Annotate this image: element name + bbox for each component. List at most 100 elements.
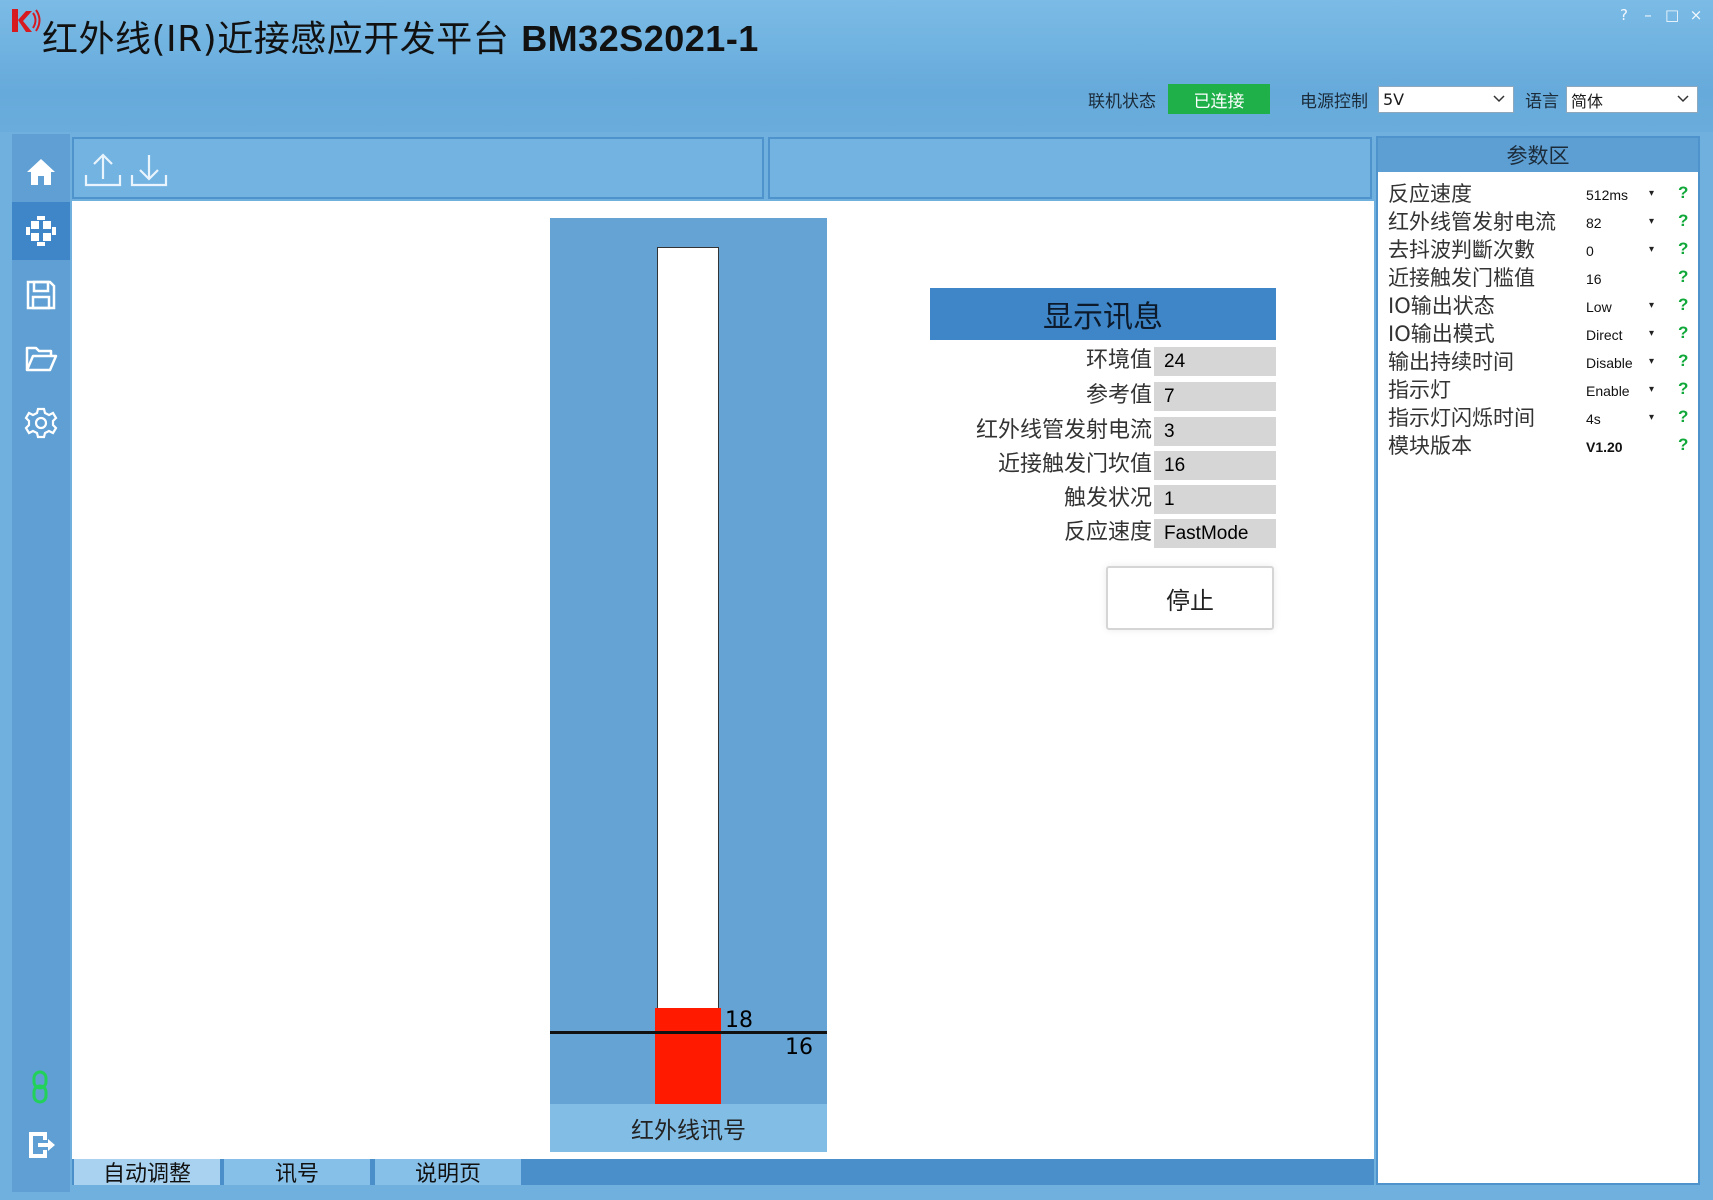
help-window-button[interactable]: ? — [1617, 6, 1631, 24]
info-row-trigger-status: 触发状况 1 — [930, 484, 1276, 514]
dropdown-arrow-icon[interactable]: ▾ — [1649, 406, 1654, 430]
dropdown-arrow-icon[interactable]: ▾ — [1649, 378, 1654, 402]
app-title-model: BM32S2021-1 — [521, 18, 759, 59]
help-icon[interactable]: ? — [1678, 292, 1688, 318]
param-value-readonly: V1.20 — [1586, 439, 1623, 455]
param-value-select[interactable]: Low — [1586, 295, 1612, 319]
nav-save-button[interactable] — [12, 266, 70, 324]
window-controls: ? – □ × — [1617, 6, 1703, 24]
param-label: 指示灯闪烁时间 — [1388, 406, 1535, 430]
info-row-value: 16 — [1154, 451, 1276, 480]
connection-link-indicator[interactable] — [12, 1058, 70, 1116]
dropdown-arrow-icon[interactable]: ▾ — [1649, 350, 1654, 374]
param-value-select[interactable]: 0 — [1586, 239, 1594, 263]
close-button[interactable]: × — [1689, 6, 1703, 24]
param-value-select[interactable]: Direct — [1586, 323, 1623, 347]
language-select[interactable]: 简体 — [1566, 86, 1698, 113]
param-value-select[interactable]: 512ms — [1586, 183, 1628, 207]
maximize-button[interactable]: □ — [1665, 6, 1679, 24]
help-icon[interactable]: ? — [1678, 348, 1688, 374]
help-icon[interactable]: ? — [1678, 180, 1688, 206]
help-icon[interactable]: ? — [1678, 208, 1688, 234]
tab-help-page[interactable]: 说明页 — [375, 1159, 521, 1187]
info-row-value: 1 — [1154, 485, 1276, 514]
param-value-select[interactable]: Enable — [1586, 379, 1630, 403]
app-title-cn: 红外线(IR)近接感应开发平台 — [42, 19, 510, 60]
dropdown-arrow-icon[interactable]: ▾ — [1649, 322, 1654, 346]
link-icon — [32, 1070, 48, 1104]
param-row-io-output-mode: IO输出模式 Direct ▾ ? — [1378, 320, 1698, 348]
dropdown-arrow-icon[interactable]: ▾ — [1649, 238, 1654, 262]
param-label: 近接触发门槛值 — [1388, 266, 1535, 290]
folder-open-icon — [25, 346, 58, 372]
info-row-label: 触发状况 — [1063, 486, 1152, 511]
minimize-button[interactable]: – — [1641, 6, 1655, 24]
help-icon[interactable]: ? — [1678, 376, 1688, 402]
param-label: 输出持续时间 — [1388, 350, 1514, 374]
toolbar-secondary — [768, 137, 1372, 199]
help-icon[interactable]: ? — [1678, 236, 1688, 262]
param-row-module-version: 模块版本 V1.20 ? — [1378, 432, 1698, 460]
stop-button[interactable]: 停止 — [1106, 566, 1274, 630]
modules-icon — [26, 216, 56, 246]
signal-value-label: 18 — [725, 1008, 753, 1033]
threshold-line — [550, 1031, 827, 1034]
nav-open-button[interactable] — [12, 330, 70, 388]
gauge-track — [657, 247, 719, 1107]
left-nav — [12, 134, 70, 1192]
info-row-trigger-threshold: 近接触发门坎值 16 — [930, 450, 1276, 480]
param-row-trigger-threshold: 近接触发门槛值 16 ? — [1378, 264, 1698, 292]
threshold-value-label: 16 — [785, 1035, 813, 1060]
params-panel-title: 参数区 — [1378, 138, 1698, 172]
tab-signal[interactable]: 讯号 — [224, 1159, 370, 1187]
info-row-value: 24 — [1154, 347, 1276, 376]
connection-status-button[interactable]: 已连接 — [1168, 84, 1270, 114]
nav-modules-button[interactable] — [12, 202, 70, 260]
param-label: 模块版本 — [1388, 434, 1472, 458]
help-icon[interactable]: ? — [1678, 264, 1688, 290]
info-row-label: 近接触发门坎值 — [997, 452, 1152, 477]
param-label: IO输出状态 — [1388, 294, 1495, 318]
param-label: IO输出模式 — [1388, 322, 1495, 346]
param-row-output-duration: 输出持续时间 Disable ▾ ? — [1378, 348, 1698, 376]
param-value-input[interactable]: 16 — [1586, 267, 1602, 291]
nav-settings-button[interactable] — [12, 394, 70, 452]
param-row-debounce-count: 去抖波判斷次數 0 ▾ ? — [1378, 236, 1698, 264]
power-select[interactable]: 5V — [1378, 86, 1514, 113]
dropdown-arrow-icon[interactable]: ▾ — [1649, 294, 1654, 318]
app-logo-icon — [12, 9, 41, 32]
gear-icon — [24, 407, 58, 439]
dropdown-arrow-icon[interactable]: ▾ — [1649, 210, 1654, 234]
info-row-ambient: 环境值 24 — [930, 346, 1276, 376]
download-icon[interactable] — [128, 149, 170, 191]
param-label: 反应速度 — [1388, 182, 1472, 206]
param-value-select[interactable]: Disable — [1586, 351, 1633, 375]
param-row-emitter-current: 红外线管发射电流 82 ▾ ? — [1378, 208, 1698, 236]
exit-icon — [29, 1132, 55, 1158]
tab-auto-adjust[interactable]: 自动调整 — [74, 1159, 220, 1187]
dropdown-arrow-icon[interactable]: ▾ — [1649, 182, 1654, 206]
nav-exit-button[interactable] — [12, 1116, 70, 1174]
chevron-down-icon — [1493, 95, 1505, 103]
help-icon[interactable]: ? — [1678, 320, 1688, 346]
param-row-response-speed: 反应速度 512ms ▾ ? — [1378, 180, 1698, 208]
param-value-select[interactable]: 4s — [1586, 407, 1601, 431]
info-panel-title: 显示讯息 — [930, 288, 1276, 340]
power-control-label: 电源控制 — [1300, 91, 1368, 112]
language-label: 语言 — [1525, 91, 1559, 112]
param-value-select[interactable]: 82 — [1586, 211, 1602, 235]
info-row-label: 红外线管发射电流 — [975, 418, 1152, 443]
info-row-reference: 参考值 7 — [930, 381, 1276, 411]
upload-icon[interactable] — [82, 149, 124, 191]
nav-home-button[interactable] — [12, 143, 70, 201]
param-label: 红外线管发射电流 — [1388, 210, 1556, 234]
help-icon[interactable]: ? — [1678, 432, 1688, 458]
help-icon[interactable]: ? — [1678, 404, 1688, 430]
param-row-io-output-state: IO输出状态 Low ▾ ? — [1378, 292, 1698, 320]
app-title: 红外线(IR)近接感应开发平台 BM32S2021-1 — [42, 10, 759, 62]
info-row-value: FastMode — [1154, 519, 1276, 548]
ir-signal-gauge: 18 16 红外线讯号 — [550, 218, 827, 1152]
chevron-down-icon — [1677, 95, 1689, 103]
title-bar: 红外线(IR)近接感应开发平台 BM32S2021-1 ? – □ × 联机状态… — [0, 0, 1713, 132]
connection-label: 联机状态 — [1088, 91, 1156, 112]
